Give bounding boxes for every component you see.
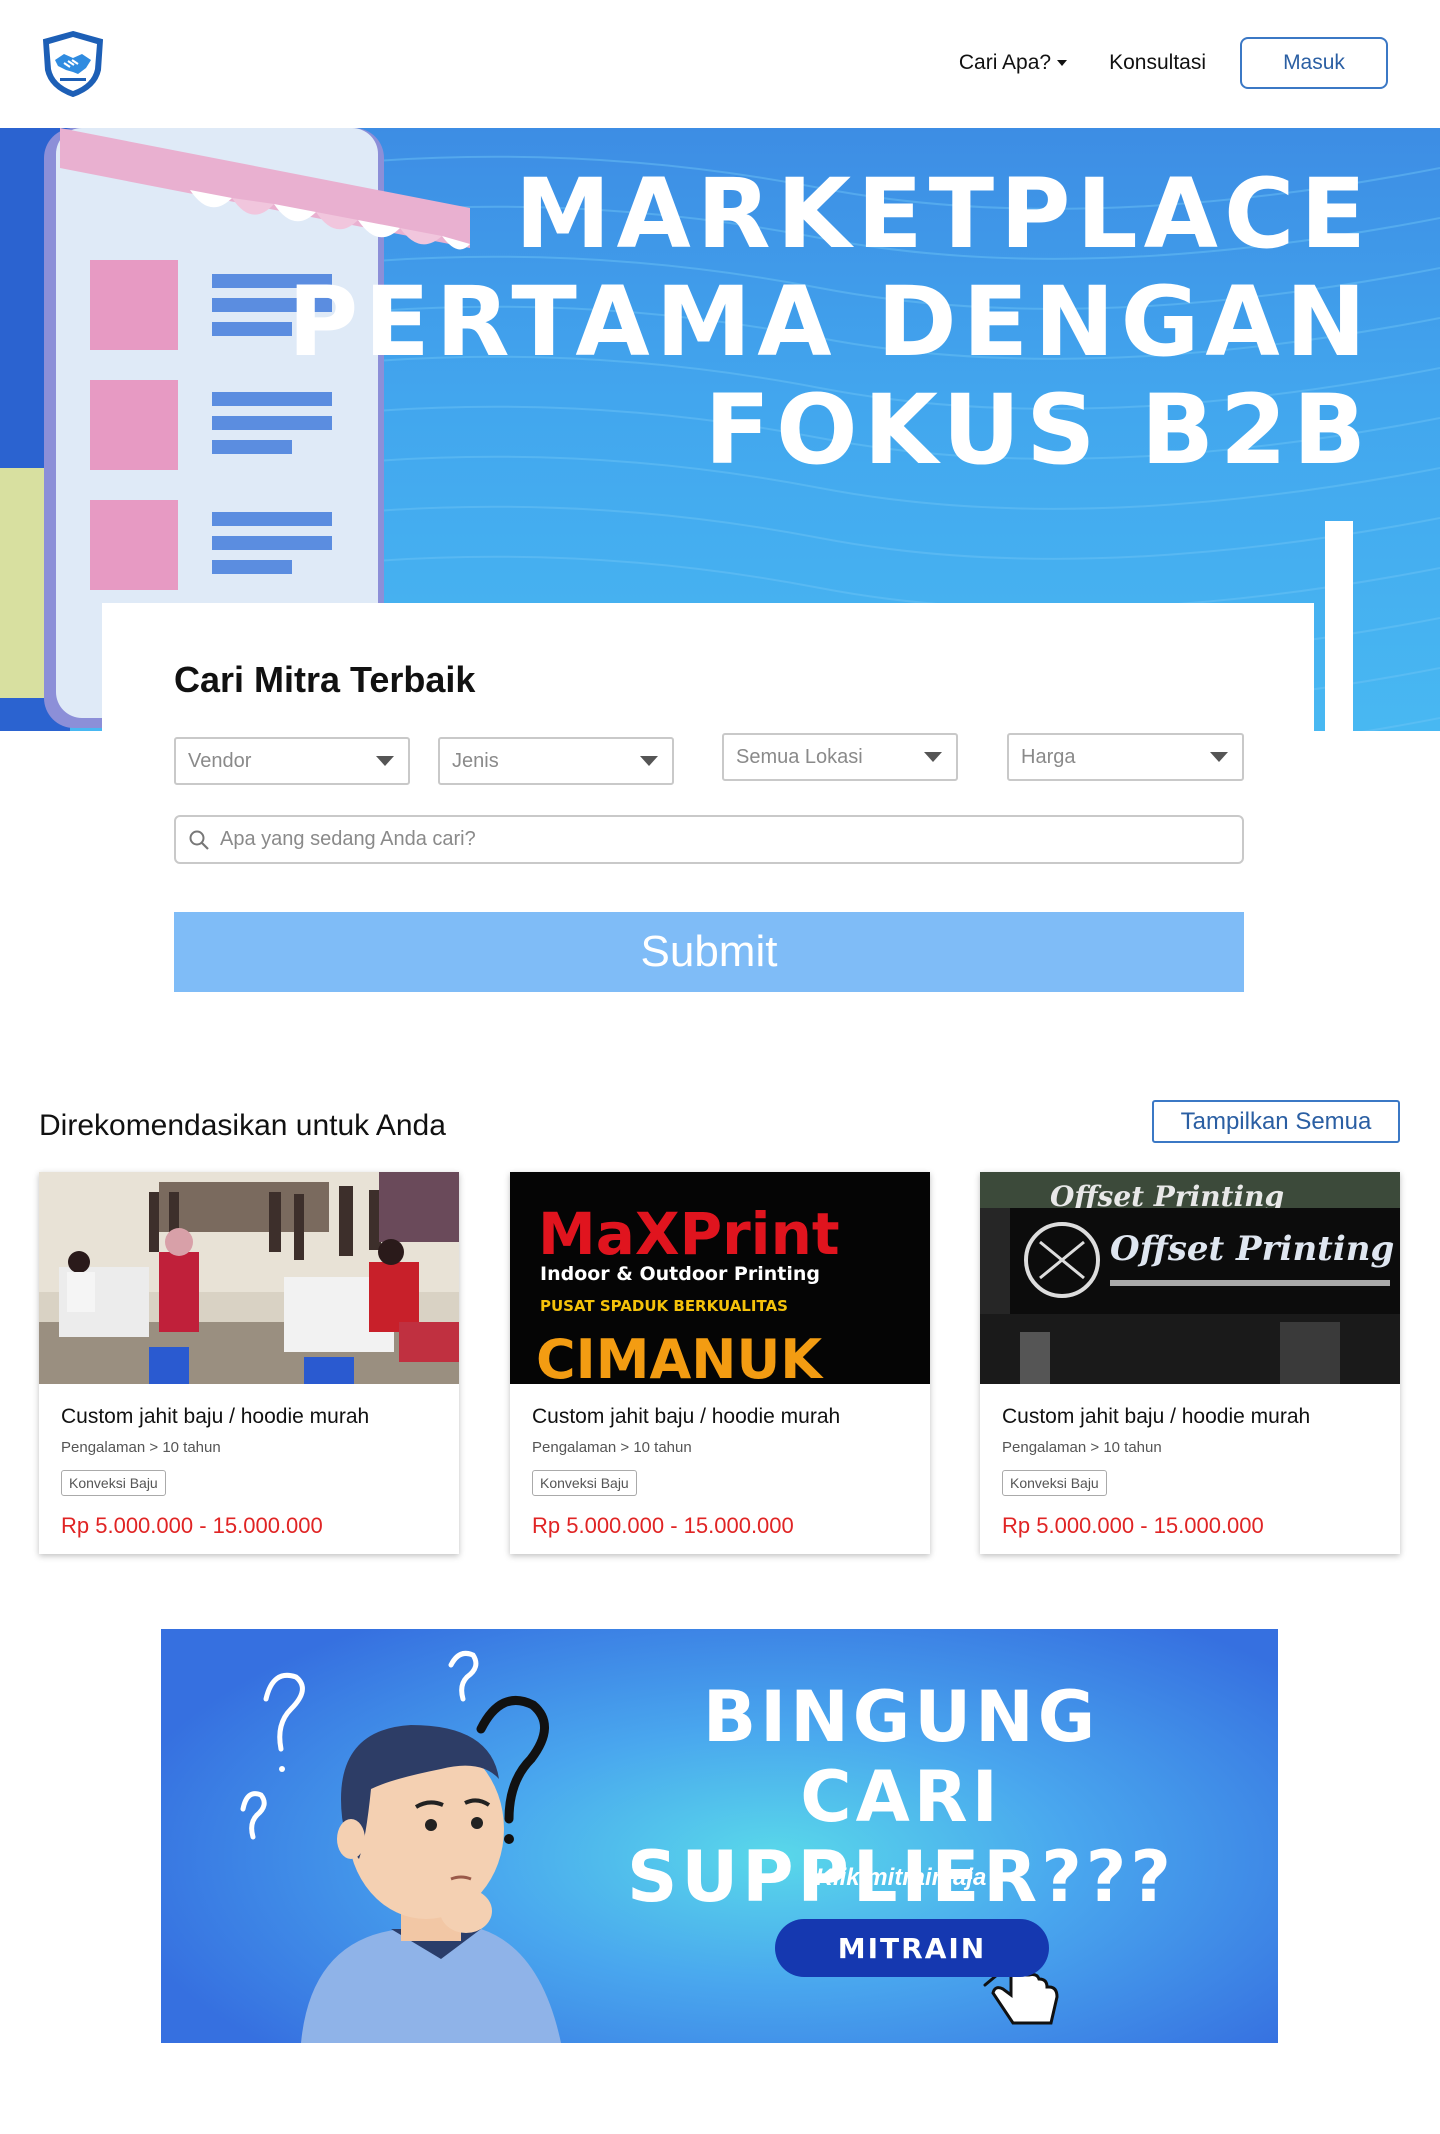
- mitrain-button[interactable]: MITRAIN: [775, 1919, 1049, 1977]
- search-card: Cari Mitra Terbaik Vendor Jenis Semua Lo…: [102, 603, 1314, 1063]
- lokasi-select[interactable]: Semua Lokasi: [722, 733, 958, 781]
- product-card[interactable]: Offset Printing Offset Printing Custom j…: [980, 1172, 1400, 1554]
- card-price: Rp 5.000.000 - 15.000.000: [61, 1513, 323, 1538]
- promo-banner[interactable]: BINGUNG CARI SUPPLIER??? Klik mitrain aj…: [161, 1629, 1278, 2043]
- hero-title-line: PERTAMA DENGAN: [287, 266, 1372, 378]
- nav-cari-apa-dropdown[interactable]: Cari Apa?: [958, 51, 1068, 75]
- search-placeholder: Apa yang sedang Anda cari?: [220, 828, 476, 850]
- dropdown-arrow-icon: [640, 756, 658, 766]
- lokasi-select-value: Semua Lokasi: [736, 745, 863, 768]
- card-price: Rp 5.000.000 - 15.000.000: [532, 1513, 794, 1538]
- nav-cari-apa-label: Cari Apa?: [958, 51, 1052, 74]
- search-input[interactable]: Apa yang sedang Anda cari?: [174, 815, 1244, 864]
- dropdown-arrow-icon: [376, 756, 394, 766]
- search-title: Cari Mitra Terbaik: [174, 659, 476, 700]
- card-tag: Konveksi Baju: [1002, 1470, 1107, 1496]
- card-title: Custom jahit baju / hoodie murah: [532, 1405, 841, 1428]
- login-button[interactable]: Masuk: [1240, 37, 1388, 89]
- card-experience: Pengalaman > 10 tahun: [1002, 1439, 1162, 1456]
- card-image-maxprint: MaXPrint Indoor & Outdoor Printing PUSAT…: [510, 1172, 930, 1384]
- jenis-select[interactable]: Jenis: [438, 737, 674, 785]
- caret-down-icon: [1057, 60, 1068, 66]
- recommended-title: Direkomendasikan untuk Anda: [39, 1109, 446, 1142]
- dropdown-arrow-icon: [924, 752, 942, 762]
- card-tag: Konveksi Baju: [61, 1470, 166, 1496]
- card-tag: Konveksi Baju: [532, 1470, 637, 1496]
- harga-select[interactable]: Harga: [1007, 733, 1244, 781]
- hero-title-line: FOKUS B2B: [704, 374, 1372, 486]
- submit-button[interactable]: Submit: [174, 912, 1244, 992]
- banner-title-line: BINGUNG CARI: [702, 1676, 1100, 1838]
- vendor-select[interactable]: Vendor: [174, 737, 410, 785]
- show-all-button[interactable]: Tampilkan Semua: [1152, 1100, 1400, 1143]
- hero-title: MARKETPLACE PERTAMA DENGAN FOKUS B2B: [288, 160, 1372, 484]
- header: Cari Apa? Konsultasi Masuk: [0, 0, 1440, 128]
- card-experience: Pengalaman > 10 tahun: [61, 1439, 221, 1456]
- top-nav: Cari Apa? Konsultasi Masuk: [917, 37, 1388, 89]
- mitrain-logo[interactable]: [40, 30, 106, 98]
- svg-text:Offset Printing: Offset Printing: [1110, 1229, 1394, 1269]
- card-price: Rp 5.000.000 - 15.000.000: [1002, 1513, 1264, 1538]
- card-image-offset-printing: Offset Printing Offset Printing: [980, 1172, 1400, 1384]
- card-image-workshop: [39, 1172, 459, 1384]
- svg-text:Indoor & Outdoor Printing: Indoor & Outdoor Printing: [540, 1263, 820, 1285]
- card-title: Custom jahit baju / hoodie murah: [1002, 1405, 1311, 1428]
- svg-text:CIMANUK: CIMANUK: [536, 1328, 824, 1384]
- product-card[interactable]: MaXPrint Indoor & Outdoor Printing PUSAT…: [510, 1172, 930, 1554]
- jenis-select-value: Jenis: [452, 749, 499, 772]
- search-icon: [189, 830, 209, 850]
- svg-text:PUSAT SPADUK BERKUALITAS: PUSAT SPADUK BERKUALITAS: [540, 1297, 788, 1315]
- card-experience: Pengalaman > 10 tahun: [532, 1439, 692, 1456]
- card-title: Custom jahit baju / hoodie murah: [61, 1405, 370, 1428]
- dropdown-arrow-icon: [1210, 752, 1228, 762]
- nav-konsultasi[interactable]: Konsultasi: [1109, 51, 1206, 75]
- hero-decor-bar: [1325, 521, 1353, 731]
- vendor-select-value: Vendor: [188, 749, 252, 772]
- banner-subtitle: Klik mitrain aja: [815, 1864, 987, 1891]
- product-card[interactable]: Custom jahit baju / hoodie murah Pengala…: [39, 1172, 459, 1554]
- maxprint-logo-text: MaXPrint: [538, 1200, 840, 1268]
- hero-title-line: MARKETPLACE: [514, 158, 1372, 270]
- harga-select-value: Harga: [1021, 745, 1076, 768]
